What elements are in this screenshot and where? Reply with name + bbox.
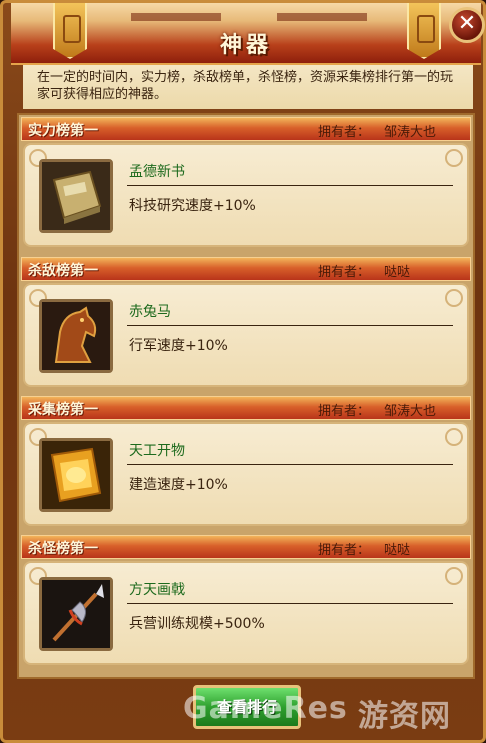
artifact-card[interactable]: 孟德新书 科技研究速度+10% [23, 143, 469, 247]
artifact-effect: 兵营训练规模+500% [129, 616, 265, 632]
artifact-card[interactable]: 天工开物 建造速度+10% [23, 422, 469, 526]
intro-text: 在一定的时间内，实力榜，杀敌榜单，杀怪榜，资源采集榜排行第一的玩家可获得相应的神… [23, 65, 473, 109]
window-title: 神器 [219, 33, 272, 58]
artifact-effect: 行军速度+10% [129, 338, 228, 354]
halberd-icon[interactable] [39, 577, 113, 651]
owner-label: 拥有者： [318, 404, 371, 419]
section-title: 杀敌榜第一 [28, 263, 98, 279]
artifact-effect: 建造速度+10% [129, 477, 228, 493]
divider [127, 185, 453, 186]
section-header: 杀敌榜第一 拥有者： 哒哒 [21, 257, 471, 281]
book-icon[interactable] [39, 159, 113, 233]
divider [127, 325, 453, 326]
owner-name: 邹涛大也 [384, 125, 437, 140]
ranking-section: 杀敌榜第一 拥有者： 哒哒 赤兔马 行军速度+10% [21, 257, 471, 391]
section-title: 采集榜第一 [28, 402, 98, 418]
watermark: GameRes 游资网 [183, 691, 473, 734]
artifact-name: 孟德新书 [129, 164, 185, 180]
artifact-card[interactable]: 方天画戟 兵营训练规模+500% [23, 561, 469, 665]
ranking-section: 实力榜第一 拥有者： 邹涛大也 孟德新书 科技研究速度+10% [21, 117, 471, 251]
close-icon[interactable]: ✕ [449, 7, 485, 43]
owner-name: 邹涛大也 [384, 404, 437, 419]
artifact-effect: 科技研究速度+10% [129, 198, 256, 214]
owner-label: 拥有者： [318, 543, 371, 558]
divider [127, 464, 453, 465]
owner-name: 哒哒 [384, 543, 411, 558]
scroll-icon[interactable] [39, 438, 113, 512]
artifact-name: 天工开物 [129, 443, 185, 459]
watermark-cn: 游资网 [358, 699, 451, 734]
section-title: 杀怪榜第一 [28, 541, 98, 557]
header-decoration [277, 13, 367, 21]
artifact-card[interactable]: 赤兔马 行军速度+10% [23, 283, 469, 387]
section-header: 杀怪榜第一 拥有者： 哒哒 [21, 535, 471, 559]
artifact-name: 方天画戟 [129, 582, 185, 598]
ranking-section: 采集榜第一 拥有者： 邹涛大也 天工开物 建造速度+10% [21, 396, 471, 530]
watermark-latin: GameRes [183, 691, 348, 726]
divider [127, 603, 453, 604]
artifact-window: 神器 ✕ 在一定的时间内，实力榜，杀敌榜单，杀怪榜，资源采集榜排行第一的玩家可获… [0, 0, 486, 743]
ranking-section: 杀怪榜第一 拥有者： 哒哒 方天画戟 兵营训练规模+500% [21, 535, 471, 669]
artifact-name: 赤兔马 [129, 304, 171, 320]
horse-icon[interactable] [39, 299, 113, 373]
section-title: 实力榜第一 [28, 123, 98, 139]
section-header: 实力榜第一 拥有者： 邹涛大也 [21, 117, 471, 141]
header-decoration [131, 13, 221, 21]
section-header: 采集榜第一 拥有者： 邹涛大也 [21, 396, 471, 420]
owner-name: 哒哒 [384, 265, 411, 280]
owner-label: 拥有者： [318, 125, 371, 140]
owner-label: 拥有者： [318, 265, 371, 280]
